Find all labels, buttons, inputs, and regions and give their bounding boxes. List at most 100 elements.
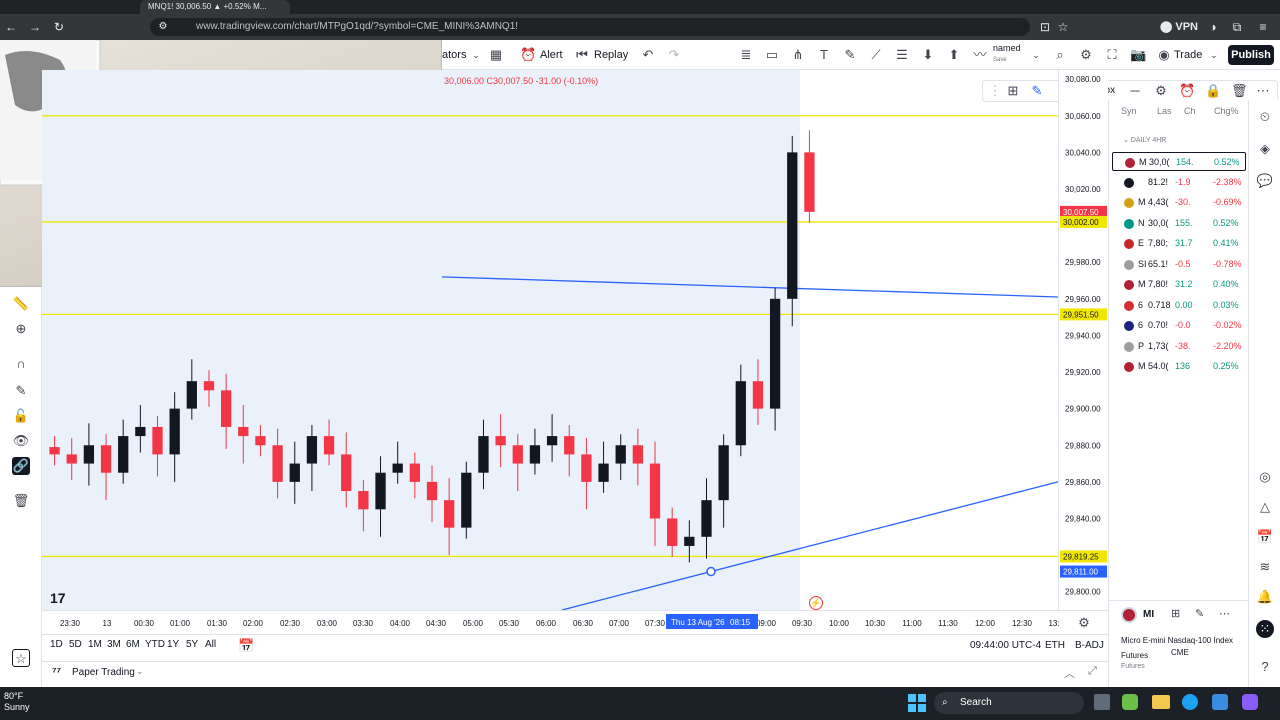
apps-grid-icon[interactable]: ⁙	[1256, 620, 1274, 638]
help-icon[interactable]: ?	[1256, 658, 1274, 676]
fullscreen-icon[interactable]: ⛶	[1104, 46, 1120, 64]
trade-button[interactable]: Trade	[1174, 47, 1202, 63]
pitchfork-icon[interactable]: ⋔	[790, 46, 806, 64]
settings-gear-icon[interactable]: ⚙	[1153, 82, 1169, 100]
publish-button[interactable]: Publish	[1228, 45, 1274, 65]
trash-icon[interactable]: 🗑	[12, 492, 30, 510]
col-change-pct[interactable]: Chg%	[1214, 106, 1239, 116]
col-change[interactable]: Ch	[1184, 106, 1196, 116]
badj-toggle[interactable]: B-ADJ	[1075, 640, 1104, 651]
trendline-anchor[interactable]	[706, 566, 716, 577]
watchlist-row[interactable]: E 7,80; 31.7 0.41%	[1112, 234, 1246, 253]
lock-drawings-icon[interactable]: 🔓	[12, 407, 30, 425]
range-button[interactable]: 5D	[69, 639, 82, 650]
settings-gear-icon[interactable]: ⚙	[1078, 46, 1094, 64]
level-price-tag[interactable]: 29,951.50	[1060, 308, 1107, 321]
reload-icon[interactable]: ↻	[50, 18, 68, 36]
range-button[interactable]: 6M	[126, 639, 140, 650]
clock-icon[interactable]: ⏲	[1256, 108, 1274, 126]
rectangle-tool-icon[interactable]: ▭	[764, 46, 780, 64]
url-field[interactable]: www.tradingview.com/chart/MTPgO1qd/?symb…	[150, 18, 1030, 36]
lock-icon[interactable]: 🔒	[1205, 82, 1221, 100]
layout-grid-icon[interactable]: ▦	[488, 46, 504, 64]
copilot-icon[interactable]	[1122, 694, 1138, 710]
tradingview-logo[interactable]: 17	[50, 590, 66, 606]
taskbar-search[interactable]: ⌕ Search	[934, 692, 1084, 714]
more-icon[interactable]: ⋯	[1255, 82, 1271, 100]
layout-name-button[interactable]: named Save	[993, 43, 1021, 63]
drag-handle-icon[interactable]: ⋮	[987, 82, 1003, 100]
trade-icon[interactable]: ◉	[1156, 46, 1172, 64]
arrow-up-icon[interactable]: ⬆	[946, 46, 962, 64]
channel-tool-icon[interactable]: ☰	[894, 46, 910, 64]
task-view-icon[interactable]	[1094, 694, 1110, 710]
file-explorer-icon[interactable]	[1152, 695, 1170, 709]
bell-icon[interactable]: 🔔	[1256, 588, 1274, 606]
replay-button[interactable]: Replay	[594, 47, 628, 63]
search-icon[interactable]: ⌕	[1052, 46, 1068, 64]
watchlist-row[interactable]: SI 65.1! -0.5 -0.78%	[1112, 255, 1246, 274]
trash-icon[interactable]: 🗑	[1231, 82, 1248, 100]
range-button[interactable]: 3M	[107, 639, 121, 650]
screenshot-icon[interactable]: ⊡	[1036, 18, 1054, 36]
site-info-icon[interactable]: ⚙	[154, 18, 172, 36]
weather-widget[interactable]: 80°F Sunny	[4, 691, 30, 713]
lightning-icon[interactable]: ⚡	[809, 596, 823, 610]
link-icon[interactable]: 🔗	[12, 457, 30, 475]
triangle-icon[interactable]: △	[1256, 498, 1274, 516]
extensions-icon[interactable]: ⧉	[1228, 18, 1246, 36]
collapse-icon[interactable]: ︿	[1064, 665, 1075, 681]
wallet-icon[interactable]: ◑	[1204, 18, 1222, 36]
watchlist-row[interactable]: 81.2! -1.9 -2.38%	[1112, 173, 1246, 192]
watchlist-row[interactable]: M 30,0(154. 0.52%	[1112, 152, 1246, 171]
col-symbol[interactable]: Syn	[1121, 106, 1137, 116]
menu-icon[interactable]: ≡	[1254, 18, 1272, 36]
magnet-icon[interactable]: ∩	[12, 355, 30, 373]
line-style-icon[interactable]: ─	[1127, 82, 1143, 100]
watchlist-row[interactable]: 6 0.718 0.00 0.03%	[1112, 296, 1246, 315]
replay-icon[interactable]: ⏮	[574, 46, 590, 64]
browser-tab[interactable]: MNQ1! 30,006.50 ▲ +0.52% M...	[140, 0, 290, 14]
eye-icon[interactable]: 👁	[12, 432, 30, 450]
range-button[interactable]: All	[205, 639, 216, 650]
chart-pane[interactable]: 30,006.00 C30,007.50 -31.00 (-0.10%) 17 …	[42, 70, 1058, 610]
undo-icon[interactable]: ↶	[640, 46, 656, 64]
chevron-down-icon[interactable]: ⌄	[136, 666, 144, 677]
pencil-lock-icon[interactable]: ✎	[12, 382, 30, 400]
chevron-down-icon[interactable]: ⌄	[1028, 46, 1044, 64]
calendar-icon[interactable]: 📅	[1256, 528, 1274, 546]
layers-icon[interactable]: ◈	[1256, 140, 1274, 158]
calendar-icon[interactable]: 📅	[238, 637, 254, 655]
watchlist-row[interactable]: 6 0.70! -0.0 -0.02%	[1112, 316, 1246, 335]
more-icon[interactable]: ⋯	[1219, 607, 1230, 620]
brush-tool-icon[interactable]: ✎	[842, 46, 858, 64]
watchlist-row[interactable]: M 4,43(-30. -0.69%	[1112, 193, 1246, 212]
path-tool-icon[interactable]: 〰	[972, 46, 988, 64]
range-button[interactable]: 1Y	[167, 639, 179, 650]
watchlist-row[interactable]: P 1,73(-38. -2.20%	[1112, 337, 1246, 356]
alarm-clock-icon[interactable]: ⏰	[520, 46, 536, 64]
range-button[interactable]: 5Y	[186, 639, 198, 650]
back-icon[interactable]: ←	[2, 18, 20, 36]
details-symbol[interactable]: MI	[1143, 609, 1154, 620]
chevron-down-icon[interactable]: ⌄	[468, 46, 484, 64]
details-exchange[interactable]: CME	[1171, 648, 1189, 657]
alert-button[interactable]: Alert	[540, 47, 563, 63]
alarm-icon[interactable]: ⏰	[1179, 82, 1195, 100]
favorites-star-icon[interactable]: ☆	[12, 649, 30, 667]
fib-tool-icon[interactable]: ≣	[738, 46, 754, 64]
vpn-button[interactable]: ⬤ VPN	[1160, 18, 1198, 36]
price-axis[interactable]: 30,080.00 30,060.00 30,040.00 30,020.00 29,9…	[1058, 70, 1108, 610]
watchlist-section[interactable]: ⌄ DAILY 4HR	[1123, 136, 1166, 144]
edge-icon[interactable]	[1182, 694, 1198, 710]
indicators-button[interactable]: ators	[442, 47, 466, 63]
forward-icon[interactable]: →	[26, 18, 44, 36]
redo-icon[interactable]: ↷	[666, 46, 682, 64]
windows-start-icon[interactable]	[908, 694, 926, 712]
time-axis[interactable]: 23:30 13 00:30 01:00 01:30 02:00 02:30 03:00 03:…	[42, 610, 1108, 634]
layout-icon[interactable]: ⊞	[1171, 607, 1180, 620]
range-button[interactable]: 1M	[88, 639, 102, 650]
price-chart[interactable]	[42, 70, 1058, 610]
store-icon[interactable]	[1212, 694, 1228, 710]
crosshair-price-tag[interactable]: 29,811.00	[1060, 565, 1107, 578]
